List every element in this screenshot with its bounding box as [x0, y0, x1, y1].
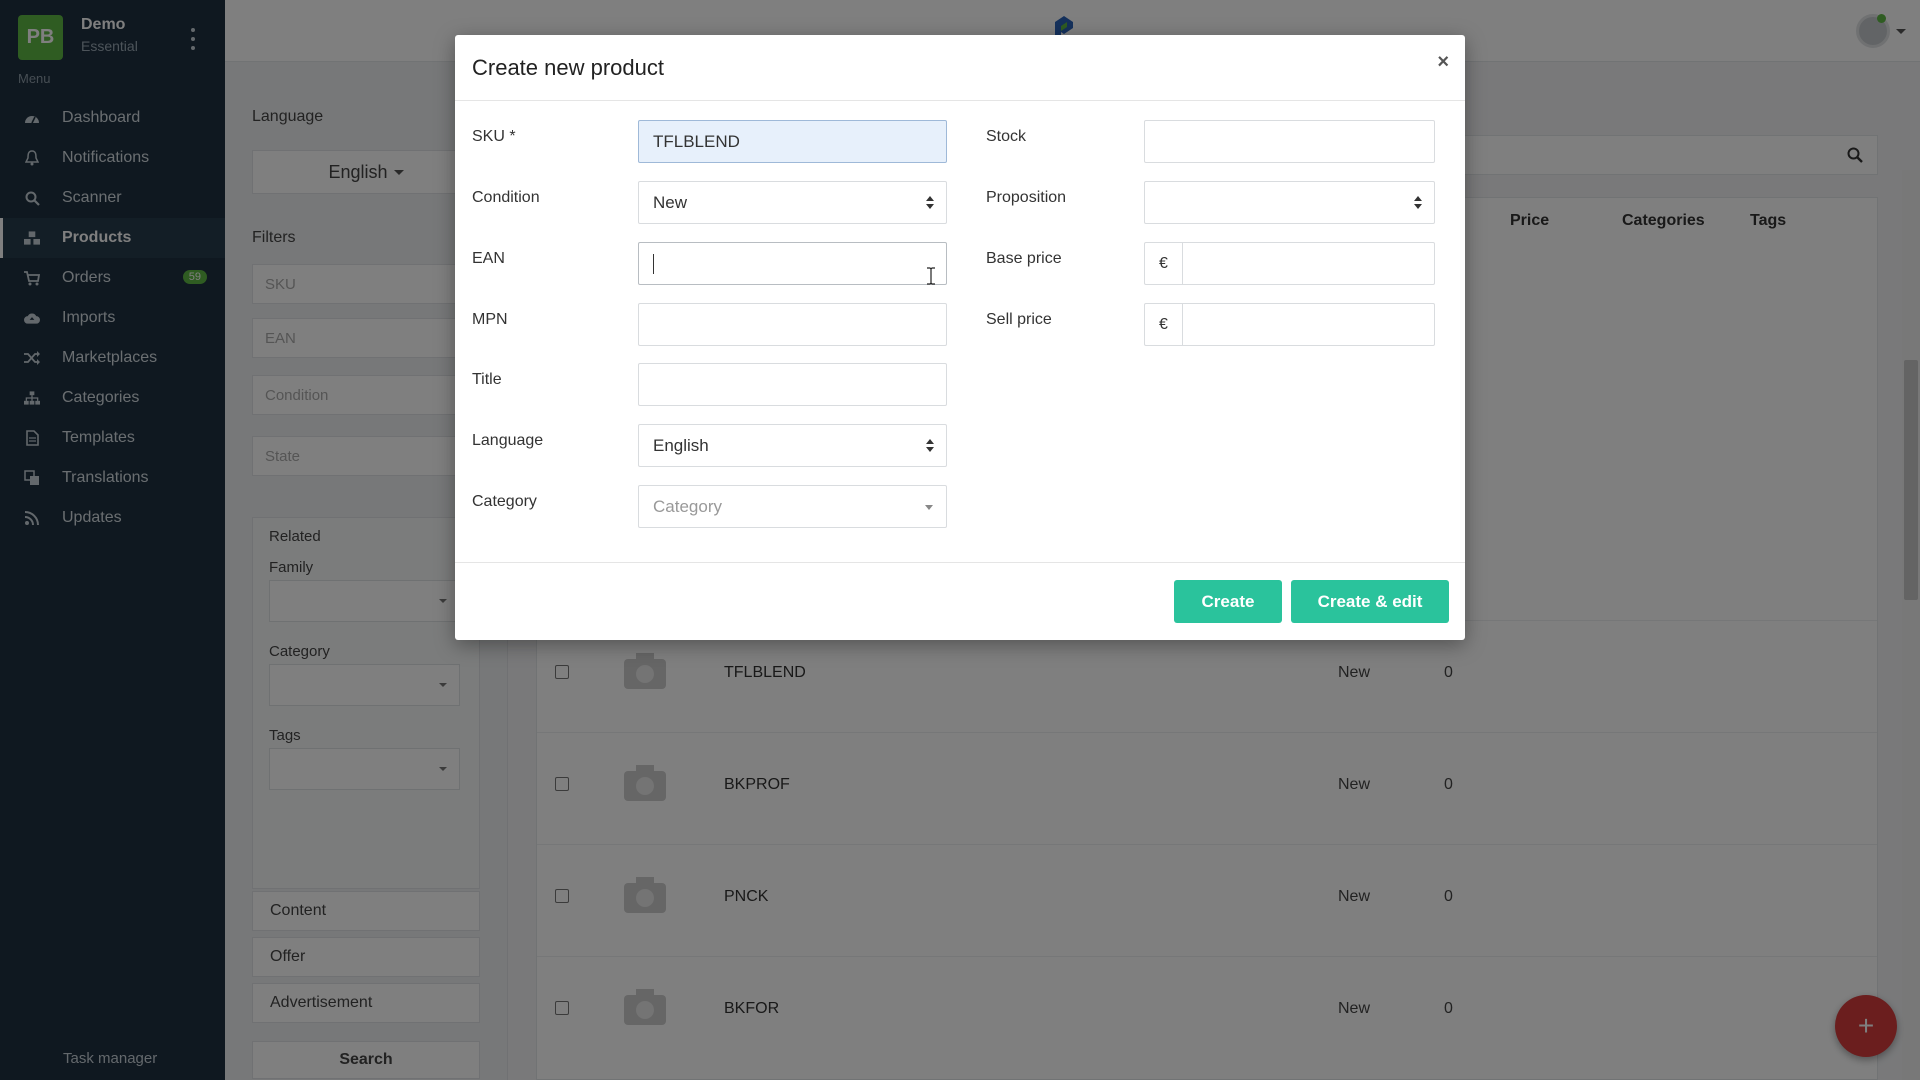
category-label: Category [472, 493, 537, 510]
sku-label: SKU * [472, 128, 516, 145]
ean-label: EAN [472, 250, 505, 267]
modal-footer: Create Create & edit [455, 562, 1465, 640]
euro-icon: € [1145, 304, 1183, 345]
condition-value: New [653, 192, 688, 212]
text-cursor [653, 253, 654, 274]
sku-value: TFLBLEND [653, 131, 740, 151]
category-placeholder: Category [653, 496, 722, 516]
proposition-label: Proposition [986, 189, 1067, 206]
sell-price-label: Sell price [986, 311, 1052, 328]
condition-label: Condition [472, 189, 540, 206]
title-input[interactable] [638, 363, 947, 406]
base-price-input[interactable]: € [1144, 242, 1435, 285]
select-arrows-icon [1414, 195, 1422, 211]
stock-label: Stock [986, 128, 1027, 145]
mpn-input[interactable] [638, 303, 947, 346]
category-dropdown[interactable]: Category [638, 485, 947, 528]
select-arrows-icon [926, 438, 934, 454]
language-select[interactable]: English [638, 424, 947, 467]
close-icon[interactable]: × [1437, 51, 1449, 74]
sell-price-input[interactable]: € [1144, 303, 1435, 346]
create-button[interactable]: Create [1174, 580, 1282, 623]
sku-input[interactable]: TFLBLEND [638, 120, 947, 163]
mpn-label: MPN [472, 311, 508, 328]
modal-header: Create new product × [455, 35, 1465, 101]
stock-input[interactable] [1144, 120, 1435, 163]
modal-title: Create new product [472, 55, 664, 80]
select-arrows-icon [926, 195, 934, 211]
language-value: English [653, 435, 709, 455]
title-label: Title [472, 371, 502, 388]
proposition-select[interactable] [1144, 181, 1435, 224]
caret-down-icon [925, 505, 933, 510]
create-product-modal: Create new product × SKU * TFLBLEND Cond… [455, 35, 1465, 640]
create-and-edit-button[interactable]: Create & edit [1291, 580, 1449, 623]
euro-icon: € [1145, 243, 1183, 284]
ibeam-cursor-icon [927, 267, 935, 285]
language-label: Language [472, 432, 544, 449]
ean-input[interactable] [638, 242, 947, 285]
condition-select[interactable]: New [638, 181, 947, 224]
base-price-label: Base price [986, 250, 1062, 267]
